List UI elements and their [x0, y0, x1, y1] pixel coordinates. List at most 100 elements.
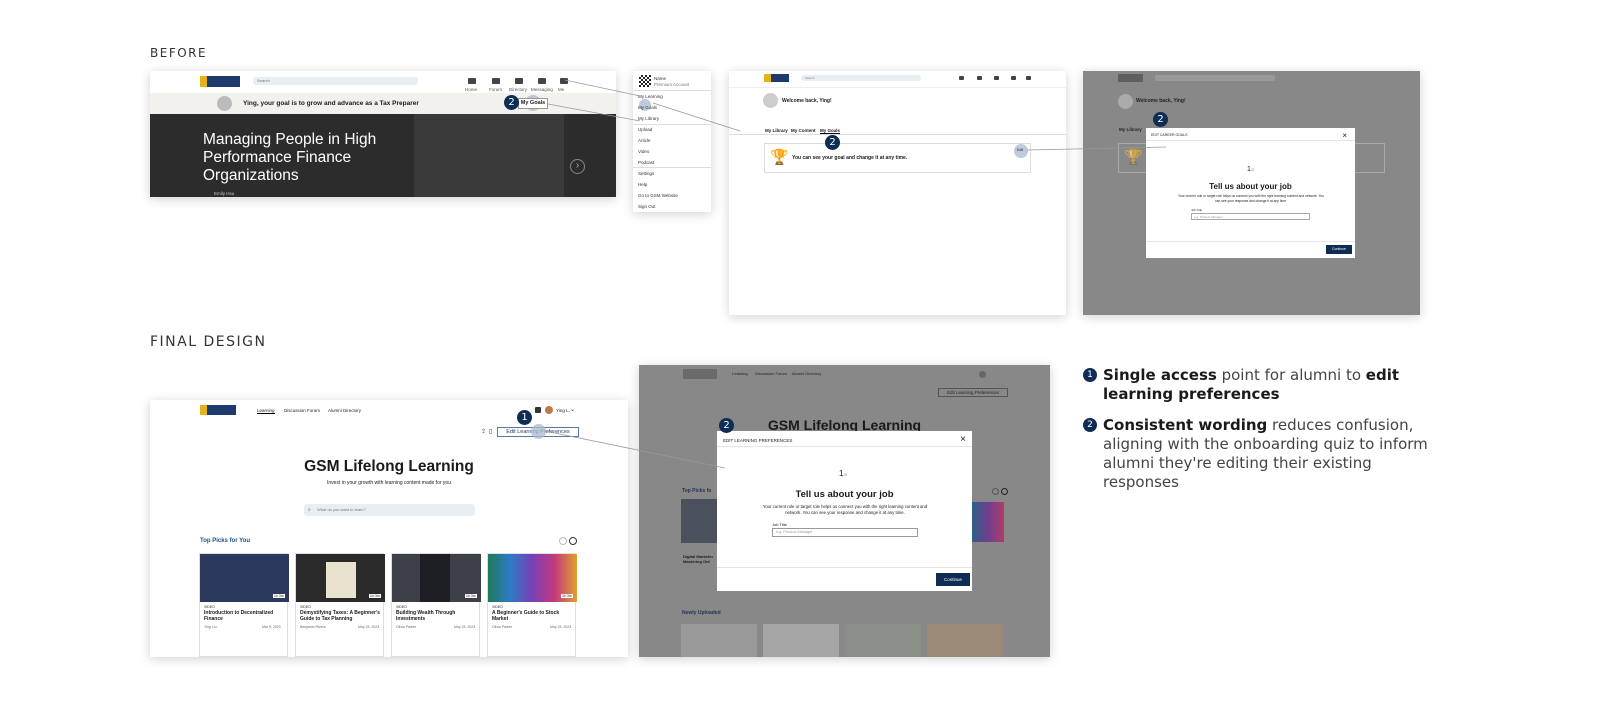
nav-alumni-directory[interactable]: Alumni Directory	[328, 408, 361, 413]
nav-me[interactable]: Me	[558, 87, 564, 92]
next-arrow-icon	[1001, 488, 1008, 495]
menu-item[interactable]: My Library	[638, 116, 659, 121]
content-card[interactable]: 1h 3m VIDEO A Beginner's Guide to Stock …	[487, 553, 577, 657]
bell-icon[interactable]	[535, 407, 541, 413]
welcome-text: Welcome back, Ying!	[1136, 98, 1186, 104]
card-title: A Beginner's Guide to Stock Market	[492, 610, 560, 622]
qr-avatar-icon	[639, 75, 651, 87]
content-card[interactable]: 1h 3m VIDEO Introduction to Decentralize…	[199, 553, 289, 657]
chevron-right-icon[interactable]: ›	[570, 159, 585, 174]
avatar[interactable]	[545, 406, 553, 414]
card-title: Introduction to Decentralized Finance	[204, 610, 274, 622]
nav-home[interactable]: Home	[465, 87, 477, 92]
menu-item[interactable]: My Learning	[638, 94, 663, 99]
my-goals-button[interactable]: My Goals	[518, 98, 548, 109]
final-home-screen: Learning Discussion Forum Alumni Directo…	[150, 400, 628, 657]
before-modal-screen: Welcome back, Ying! My Library 🏆 EDIT CA…	[1083, 71, 1420, 315]
card-image	[972, 502, 1004, 542]
messaging-icon[interactable]	[538, 78, 546, 84]
messaging-icon[interactable]	[1011, 76, 1016, 80]
legend-item-1: Single access point for alumni to edit l…	[1103, 366, 1433, 404]
tab-my-content[interactable]: My Content	[791, 128, 816, 133]
home-icon[interactable]	[959, 76, 964, 80]
chevron-down-icon[interactable]: ⌄	[570, 406, 575, 413]
welcome-text: Welcome back, Ying!	[782, 98, 832, 104]
nav-learning: Learning	[732, 371, 748, 376]
continue-button[interactable]: Continue	[1326, 245, 1352, 254]
edit-career-goals-modal: EDIT CAREER GOALS × 1/3 Tell us about yo…	[1146, 128, 1355, 258]
top-picks-heading: Top Picks for You	[200, 538, 251, 544]
job-title-input[interactable]: e.g. Product Manager	[1191, 213, 1310, 220]
card-type: VIDEO	[204, 605, 215, 609]
nav-directory[interactable]: Directory	[509, 87, 527, 92]
card-author: Ying Liu	[204, 625, 217, 629]
legend-marker-1: 1	[1083, 368, 1097, 382]
page-title: GSM Lifelong Learning	[304, 458, 474, 475]
prev-arrow-icon[interactable]	[559, 537, 567, 545]
avatar	[763, 93, 778, 108]
nav-learning[interactable]: Learning	[257, 408, 275, 414]
menu-profile-name: Name	[654, 76, 667, 81]
menu-item[interactable]: Help	[638, 182, 647, 187]
newly-uploaded-heading: Newly Uploaded	[682, 610, 721, 616]
avatar	[1118, 94, 1133, 109]
before-home-screen: Search Home Forum Directory Messaging Me…	[150, 71, 616, 197]
user-name[interactable]: Ying L.	[556, 408, 570, 413]
avatar	[217, 96, 232, 111]
close-icon[interactable]: ×	[1342, 131, 1347, 140]
close-icon[interactable]: ×	[960, 434, 966, 445]
menu-item[interactable]: Sign Out	[638, 204, 656, 209]
upload-icon[interactable]: ⇪	[481, 428, 486, 435]
menu-item[interactable]: Video	[638, 149, 649, 154]
home-icon[interactable]	[468, 78, 476, 84]
nav-messaging[interactable]: Messaging	[531, 87, 553, 92]
nav-forum[interactable]: Forum	[489, 87, 502, 92]
before-menu-screen: Name Premium Account My Learning My Goal…	[633, 71, 711, 212]
directory-icon[interactable]	[994, 76, 999, 80]
marker-2: 2	[719, 418, 734, 433]
menu-item[interactable]: Upload	[638, 127, 652, 132]
goal-card: 🏆 You can see your goal and change it at…	[764, 143, 1031, 173]
next-arrow-icon[interactable]	[569, 537, 577, 545]
legend-item-2: Consistent wording reduces confusion, al…	[1103, 416, 1433, 492]
content-card[interactable]: 1h 3m VIDEO Building Wealth Through Inve…	[391, 553, 481, 657]
search-input[interactable]: Search	[253, 77, 418, 85]
menu-item[interactable]: Settings	[638, 171, 654, 176]
job-title-input[interactable]: e.g. Product Manager	[772, 528, 918, 537]
me-icon[interactable]	[1026, 76, 1031, 80]
tab-my-library[interactable]: My Library	[765, 128, 788, 133]
edit-learning-preferences-button: Edit Learning Preferences	[938, 388, 1008, 397]
card-type: VIDEO	[300, 605, 311, 609]
menu-item[interactable]: Article	[638, 138, 651, 143]
directory-icon[interactable]	[515, 78, 523, 84]
modal-title: EDIT LEARNING PREFERENCES	[723, 438, 793, 443]
hero-author: Emily Hsu	[214, 191, 235, 196]
duration-badge: 1h 3m	[465, 594, 477, 598]
menu-item[interactable]: Podcast	[638, 160, 654, 165]
me-icon[interactable]	[560, 78, 568, 84]
search-input[interactable]: What do you want to learn?	[304, 504, 475, 516]
field-label: Job Title	[1191, 208, 1203, 212]
content-card[interactable]: 1h 3m VIDEO Demystifying Taxes: A Beginn…	[295, 553, 385, 657]
edit-button[interactable]: Edit	[1017, 148, 1023, 152]
legend-marker-2: 2	[1083, 418, 1097, 432]
card-image	[681, 499, 717, 543]
menu-item[interactable]: Go to GSM Website	[638, 193, 678, 198]
card-image	[927, 624, 1003, 657]
bookmark-icon[interactable]: ▯	[489, 428, 492, 435]
modal-heading: Tell us about your job	[1209, 182, 1292, 191]
marker-2: 2	[825, 135, 840, 150]
nav-discussion-forum[interactable]: Discussion Forum	[284, 408, 320, 413]
trophy-icon: 🏆	[770, 149, 789, 166]
goal-banner: Ying, your goal is to grow and advance a…	[150, 93, 616, 114]
menu-item-my-goals[interactable]: My Goals	[638, 105, 657, 110]
continue-button[interactable]: Continue	[936, 573, 970, 586]
card-author: Olivia Parker	[396, 625, 417, 629]
card-image	[763, 624, 839, 657]
final-modal-screen: Learning Discussion Forum Alumni Directo…	[639, 365, 1050, 657]
forum-icon[interactable]	[492, 78, 500, 84]
search-input[interactable]: Search	[801, 75, 921, 81]
forum-icon[interactable]	[977, 76, 982, 80]
card-image	[681, 624, 757, 657]
duration-badge: 1h 3m	[273, 594, 285, 598]
